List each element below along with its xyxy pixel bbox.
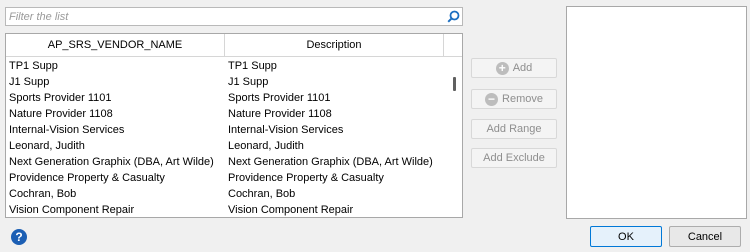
remove-button-label: Remove (502, 93, 543, 105)
description-cell: Nature Provider 1108 (228, 108, 332, 120)
ok-button[interactable]: OK (590, 226, 662, 247)
description-cell: Next Generation Graphix (DBA, Art Wilde) (228, 156, 433, 168)
description-cell: Leonard, Judith (228, 140, 304, 152)
grid-rows: TP1 Supp TP1 Supp J1 Supp J1 Supp Sports… (6, 58, 446, 217)
column-header-description[interactable]: Description (225, 34, 444, 57)
description-cell: J1 Supp (228, 76, 269, 88)
ok-button-label: OK (618, 230, 634, 243)
help-icon[interactable]: ? (11, 229, 27, 245)
description-cell: Vision Component Repair (228, 204, 354, 216)
add-button[interactable]: + Add (471, 58, 557, 78)
vendor-name-cell: Internal-Vision Services (9, 124, 125, 136)
add-button-label: Add (512, 62, 533, 74)
remove-button[interactable]: − Remove (471, 89, 557, 109)
vendor-name-cell: Cochran, Bob (9, 188, 77, 200)
column-header-vendor-name[interactable]: AP_SRS_VENDOR_NAME (6, 34, 225, 57)
grid-header: AP_SRS_VENDOR_NAME Description (6, 34, 462, 57)
vendor-name-cell: Sports Provider 1101 (9, 92, 112, 104)
vendor-name-cell: Vision Component Repair (9, 204, 135, 216)
column-header-spacer (444, 34, 462, 57)
table-row[interactable]: Providence Property & Casualty Providenc… (6, 170, 446, 186)
vendor-name-cell: J1 Supp (9, 76, 50, 88)
add-exclude-button-label: Add Exclude (483, 152, 545, 164)
table-row[interactable]: Leonard, Judith Leonard, Judith (6, 138, 446, 154)
plus-icon: + (495, 61, 509, 75)
add-range-button[interactable]: Add Range (471, 119, 557, 139)
table-row[interactable]: Cochran, Bob Cochran, Bob (6, 186, 446, 202)
table-row[interactable]: Nature Provider 1108 Nature Provider 110… (6, 106, 446, 122)
add-exclude-button[interactable]: Add Exclude (471, 148, 557, 168)
table-row[interactable]: Vision Component Repair Vision Component… (6, 202, 446, 217)
minus-icon: − (485, 92, 499, 106)
description-cell: Providence Property & Casualty (228, 172, 384, 184)
selected-items-panel[interactable] (566, 6, 747, 219)
filter-box (5, 7, 463, 26)
description-cell: Internal-Vision Services (228, 124, 344, 136)
description-cell: Sports Provider 1101 (228, 92, 331, 104)
vendor-grid: AP_SRS_VENDOR_NAME Description TP1 Supp … (5, 33, 463, 218)
table-row[interactable]: J1 Supp J1 Supp (6, 74, 446, 90)
vendor-name-cell: Leonard, Judith (9, 140, 85, 152)
vendor-name-cell: Nature Provider 1108 (9, 108, 113, 120)
vendor-name-cell: TP1 Supp (9, 60, 58, 72)
description-cell: Cochran, Bob (228, 188, 296, 200)
cancel-button[interactable]: Cancel (669, 226, 741, 247)
table-row[interactable]: TP1 Supp TP1 Supp (6, 58, 446, 74)
filter-input[interactable] (9, 9, 439, 24)
add-range-button-label: Add Range (486, 123, 542, 135)
cancel-button-label: Cancel (687, 230, 723, 243)
description-cell: TP1 Supp (228, 60, 277, 72)
table-row[interactable]: Next Generation Graphix (DBA, Art Wilde)… (6, 154, 446, 170)
table-row[interactable]: Internal-Vision Services Internal-Vision… (6, 122, 446, 138)
search-icon[interactable] (445, 9, 461, 24)
table-row[interactable]: Sports Provider 1101 Sports Provider 110… (6, 90, 446, 106)
vendor-name-cell: Providence Property & Casualty (9, 172, 165, 184)
help-glyph: ? (15, 230, 23, 244)
vertical-scrollbar-thumb[interactable] (453, 77, 456, 91)
vendor-name-cell: Next Generation Graphix (DBA, Art Wilde) (9, 156, 214, 168)
